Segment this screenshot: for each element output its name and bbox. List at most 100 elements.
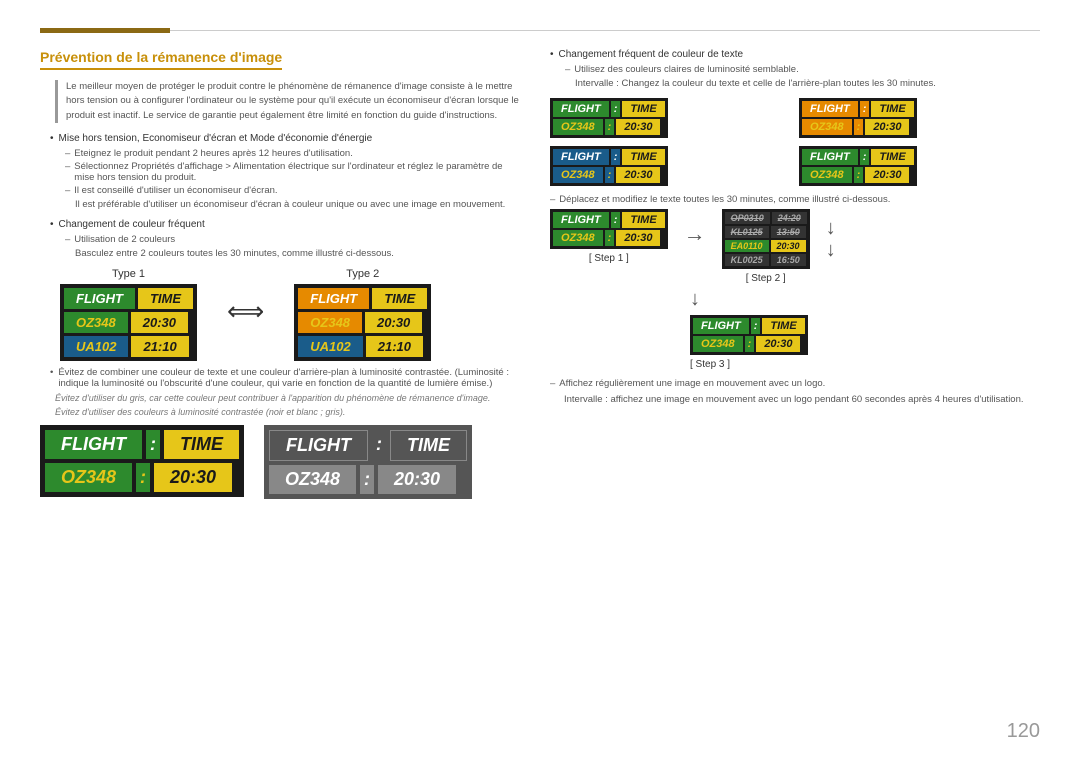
- step1-board: FLIGHT : TIME OZ348 : 20:30: [550, 209, 668, 249]
- content: Prévention de la rémanence d'image Le me…: [40, 49, 1040, 743]
- bullet-main-2: Changement de couleur fréquent: [50, 219, 520, 230]
- type1-label: Type 1: [60, 268, 197, 280]
- smb2-time: TIME: [871, 101, 913, 117]
- bullet-1: Mise hors tension, Economiseur d'écran e…: [40, 133, 520, 211]
- italic-note-2: Évitez d'utiliser du gris, car cette cou…: [55, 393, 520, 403]
- lb1-flight: FLIGHT: [45, 430, 142, 459]
- step2-label: [ Step 2 ]: [746, 273, 786, 284]
- smb1-header: FLIGHT : TIME: [553, 101, 665, 117]
- bullet-main-1: Mise hors tension, Economiseur d'écran e…: [50, 133, 520, 144]
- smb2-row: OZ348 : 20:30: [802, 119, 914, 135]
- lb1-header: FLIGHT : TIME: [45, 430, 239, 459]
- smb4-flight: FLIGHT: [802, 149, 858, 165]
- sm-board-1: FLIGHT : TIME OZ348 : 20:30: [550, 98, 668, 138]
- step1-label: [ Step 1 ]: [589, 253, 629, 264]
- lb1-val: 20:30: [154, 463, 232, 492]
- s2-row-1: OP0310 24:20: [725, 212, 807, 224]
- right-bullet-1: Changement fréquent de couleur de texte: [550, 49, 1040, 60]
- type2-time: TIME: [372, 288, 427, 309]
- type1-ua: UA102: [64, 336, 128, 357]
- s2-row-2: KL0125 13:50: [725, 226, 807, 238]
- bullet-sub-2a: Utilisation de 2 couleurs: [65, 234, 520, 245]
- step1: FLIGHT : TIME OZ348 : 20:30 [ Step 1 ]: [550, 209, 668, 264]
- lb1-time: TIME: [164, 430, 239, 459]
- smb4-header: FLIGHT : TIME: [802, 149, 914, 165]
- left-column: Prévention de la rémanence d'image Le me…: [40, 49, 520, 743]
- step-arrow-down: ↓: [690, 288, 700, 311]
- italic-note-3: Évitez d'utiliser des couleurs à luminos…: [55, 407, 520, 417]
- smb2-header: FLIGHT : TIME: [802, 101, 914, 117]
- s1-header: FLIGHT : TIME: [553, 212, 665, 228]
- step3-board: FLIGHT : TIME OZ348 : 20:30: [690, 315, 808, 355]
- intro-text: Le meilleur moyen de protéger le produit…: [55, 80, 520, 123]
- s3-header: FLIGHT : TIME: [693, 318, 805, 334]
- s2-row-3: EA0110 20:30: [725, 240, 807, 252]
- lb1-colon2: :: [136, 463, 150, 492]
- type2-section: Type 2 FLIGHT TIME OZ348 20:30 UA102: [294, 268, 431, 361]
- lb1-row1: OZ348 : 20:30: [45, 463, 239, 492]
- type2-ua-time: 21:10: [366, 336, 423, 357]
- sm-board-3: FLIGHT : TIME OZ348 : 20:30: [550, 146, 668, 186]
- lb2-header: FLIGHT : TIME: [269, 430, 467, 461]
- sm-board-4: FLIGHT : TIME OZ348 : 20:30: [799, 146, 917, 186]
- type2-row2: UA102 21:10: [298, 336, 427, 357]
- smb4-row: OZ348 : 20:30: [802, 167, 914, 183]
- double-arrow-down: ↓ ↓: [826, 217, 836, 261]
- large-board-2: FLIGHT : TIME OZ348 : 20:30: [264, 425, 472, 499]
- type2-row1: OZ348 20:30: [298, 312, 427, 333]
- s1-row: OZ348 : 20:30: [553, 230, 665, 246]
- arrow-down-1: ↓: [826, 217, 836, 239]
- step-arrow-right: →: [684, 221, 706, 247]
- arrow-icon: ⟺: [227, 296, 264, 327]
- top-rule: [40, 30, 1040, 31]
- smb3-header: FLIGHT : TIME: [553, 149, 665, 165]
- page-number: 120: [1007, 720, 1040, 743]
- smb3-row: OZ348 : 20:30: [553, 167, 665, 183]
- smb2-flight: FLIGHT: [802, 101, 858, 117]
- smb4-val: 20:30: [865, 167, 909, 183]
- smb2-oz: OZ348: [802, 119, 852, 135]
- bullet-sub-1a: Eteignez le produit pendant 2 heures apr…: [65, 148, 520, 159]
- type2-label: Type 2: [294, 268, 431, 280]
- s2-row-4: KL0025 16:50: [725, 254, 807, 266]
- type1-board: FLIGHT TIME OZ348 20:30 UA102 21:10: [60, 284, 197, 361]
- step2-board: OP0310 24:20 KL0125 13:50 EA0110 20:30: [722, 209, 810, 269]
- large-board-1: FLIGHT : TIME OZ348 : 20:30: [40, 425, 244, 497]
- type1-header: FLIGHT TIME: [64, 288, 193, 309]
- step2: OP0310 24:20 KL0125 13:50 EA0110 20:30: [722, 209, 810, 284]
- smb1-flight: FLIGHT: [553, 101, 609, 117]
- step3-section: ↓ FLIGHT : TIME OZ348 : 20:30 [ Step 3 ]: [690, 288, 1040, 370]
- page: Prévention de la rémanence d'image Le me…: [0, 0, 1080, 763]
- smb3-val: 20:30: [616, 167, 660, 183]
- bullet-2: Changement de couleur fréquent Utilisati…: [40, 219, 520, 260]
- smb2-val: 20:30: [865, 119, 909, 135]
- type1-row1: OZ348 20:30: [64, 312, 193, 333]
- sub-text-2: Basculez entre 2 couleurs toutes les 30 …: [75, 247, 520, 260]
- boards-grid: FLIGHT : TIME OZ348 : 20:30 FLIGHT :: [550, 98, 1040, 186]
- aff-note: Affichez régulièrement une image en mouv…: [550, 378, 1040, 389]
- lb2-val: 20:30: [378, 465, 456, 494]
- lb1-colon: :: [146, 430, 160, 459]
- bottom-boards: FLIGHT : TIME OZ348 : 20:30 FLIGHT :: [40, 425, 520, 499]
- type2-time-val: 20:30: [365, 312, 422, 333]
- smb4-time: TIME: [871, 149, 913, 165]
- right-sub-text-1: Intervalle : Changez la couleur du texte…: [575, 77, 1040, 90]
- lb2-row1: OZ348 : 20:30: [269, 465, 467, 494]
- type2-oz: OZ348: [298, 312, 362, 333]
- type1-row2: UA102 21:10: [64, 336, 193, 357]
- bullet-sub-1b: Sélectionnez Propriétés d'affichage > Al…: [65, 161, 520, 183]
- smb4-oz: OZ348: [802, 167, 852, 183]
- step3-label: [ Step 3 ]: [690, 359, 730, 370]
- section-title: Prévention de la rémanence d'image: [40, 49, 282, 70]
- type1-flight: FLIGHT: [64, 288, 135, 309]
- lb2-oz: OZ348: [269, 465, 356, 494]
- type1-section: Type 1 FLIGHT TIME OZ348 20:30 UA102: [60, 268, 197, 361]
- smb1-val: 20:30: [616, 119, 660, 135]
- lb2-flight: FLIGHT: [269, 430, 368, 461]
- smb3-time: TIME: [622, 149, 664, 165]
- sm-board-2: FLIGHT : TIME OZ348 : 20:30: [799, 98, 917, 138]
- type2-flight: FLIGHT: [298, 288, 369, 309]
- smb1-time: TIME: [622, 101, 664, 117]
- type2-board: FLIGHT TIME OZ348 20:30 UA102 21:10: [294, 284, 431, 361]
- right-sub-1: Utilisez des couleurs claires de luminos…: [565, 64, 1040, 75]
